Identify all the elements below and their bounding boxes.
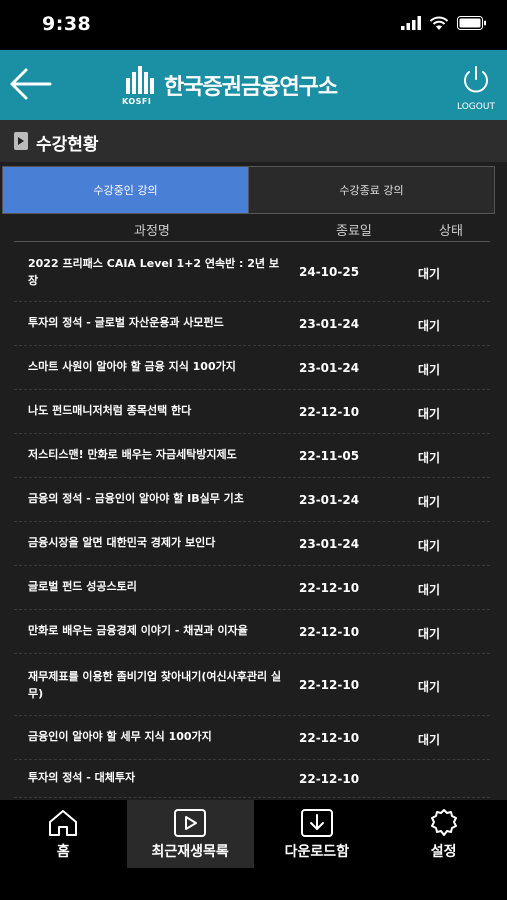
section-arrow-icon xyxy=(14,132,28,150)
wifi-icon xyxy=(429,16,449,30)
course-status: 대기 xyxy=(418,407,441,421)
column-header-name: 과정명 xyxy=(134,224,170,239)
course-row[interactable]: 저스티스맨! 만화로 배우는 자금세탁방지제도 22-11-05 대기 xyxy=(14,434,490,478)
course-row[interactable]: 투자의 정석 - 대체투자 22-12-10 xyxy=(14,760,490,798)
status-bar: 9:38 xyxy=(0,0,507,50)
course-end-date: 23-01-24 xyxy=(299,317,360,331)
power-icon xyxy=(464,66,488,93)
course-row[interactable]: 금융시장을 알면 대한민국 경제가 보인다 23-01-24 대기 xyxy=(14,522,490,566)
course-end-date: 22-11-05 xyxy=(299,449,360,463)
course-status: 대기 xyxy=(418,680,441,694)
course-title: 금융의 정석 - 금융인이 알아야 할 IB실무 기초 xyxy=(28,492,244,505)
tab-finished-courses[interactable]: 수강종료 강의 xyxy=(248,167,494,213)
app-header: KOSFI 한국증권금융연구소 LOGOUT xyxy=(0,50,507,120)
course-end-date: 22-12-10 xyxy=(299,581,360,595)
logo: KOSFI 한국증권금융연구소 xyxy=(120,64,338,106)
course-title: 글로벌 펀드 성공스토리 xyxy=(28,580,137,593)
course-end-date: 23-01-24 xyxy=(299,361,360,375)
nav-downloads[interactable]: 다운로드함 xyxy=(254,800,381,868)
back-button[interactable] xyxy=(6,64,52,104)
course-row[interactable]: 스마트 사원이 알아야 할 금융 지식 100가지 23-01-24 대기 xyxy=(14,346,490,390)
nav-recent-playlist[interactable]: 최근재생목록 xyxy=(126,800,254,868)
play-icon xyxy=(174,809,207,837)
nav-home[interactable]: 홈 xyxy=(0,800,127,868)
course-status: 대기 xyxy=(418,733,441,747)
course-title: 저스티스맨! 만화로 배우는 자금세탁방지제도 xyxy=(28,448,237,461)
course-end-date: 23-01-24 xyxy=(299,537,360,551)
status-icons xyxy=(401,16,487,30)
back-arrow-icon xyxy=(10,68,52,100)
course-status: 대기 xyxy=(418,363,441,377)
course-end-date: 22-12-10 xyxy=(299,772,360,786)
course-title: 스마트 사원이 알아야 할 금융 지식 100가지 xyxy=(28,360,236,373)
logout-label: LOGOUT xyxy=(457,102,495,112)
course-status: 대기 xyxy=(418,583,441,597)
course-row[interactable]: 만화로 배우는 금융경제 이야기 - 채권과 이자율 22-12-10 대기 xyxy=(14,610,490,654)
signal-icon xyxy=(401,16,421,30)
logo-mark-text: KOSFI xyxy=(122,97,152,106)
course-title: 투자의 정석 - 대체투자 xyxy=(28,771,136,784)
course-status: 대기 xyxy=(418,451,441,465)
nav-label: 설정 xyxy=(430,844,457,860)
table-header: 과정명 종료일 상태 xyxy=(14,216,490,242)
course-row[interactable]: 나도 펀드매니저처럼 종목선택 한다 22-12-10 대기 xyxy=(14,390,490,434)
tab-active-courses[interactable]: 수강중인 강의 xyxy=(3,167,248,213)
course-end-date: 22-12-10 xyxy=(299,625,360,639)
course-row[interactable]: 금융인이 알아야 할 세무 지식 100가지 22-12-10 대기 xyxy=(14,716,490,760)
home-icon xyxy=(49,810,78,836)
course-end-date: 22-12-10 xyxy=(299,678,360,692)
logo-emblem-icon xyxy=(126,66,154,94)
course-status: 대기 xyxy=(418,495,441,509)
nav-label: 홈 xyxy=(56,844,70,860)
course-status: 대기 xyxy=(418,627,441,641)
logo-text: 한국증권금융연구소 xyxy=(164,75,338,100)
page-title: 수강현황 xyxy=(36,135,99,155)
course-title: 나도 펀드매니저처럼 종목선택 한다 xyxy=(28,404,192,417)
course-tabs: 수강중인 강의 수강종료 강의 xyxy=(2,166,495,214)
course-title: 금융시장을 알면 대한민국 경제가 보인다 xyxy=(28,536,216,549)
course-title: 재무제표를 이용한 좀비기업 찾아내기(여신사후관리 실무) xyxy=(28,670,282,700)
course-title: 금융인이 알아야 할 세무 지식 100가지 xyxy=(28,730,212,743)
course-row[interactable]: 재무제표를 이용한 좀비기업 찾아내기(여신사후관리 실무) 22-12-10 대기 xyxy=(14,654,490,716)
column-header-end-date: 종료일 xyxy=(336,224,372,239)
course-status: 대기 xyxy=(418,539,441,553)
battery-icon xyxy=(457,16,486,30)
bottom-nav: 홈 최근재생목록 다운로드함 설정 xyxy=(0,800,507,900)
section-header: 수강현황 xyxy=(0,120,507,162)
course-title: 2022 프리패스 CAIA Level 1+2 연속반 : 2년 보장 xyxy=(28,257,279,287)
course-title: 투자의 정석 - 글로벌 자산운용과 사모펀드 xyxy=(28,316,224,329)
course-end-date: 24-10-25 xyxy=(299,265,360,279)
course-status: 대기 xyxy=(418,267,441,281)
course-title: 만화로 배우는 금융경제 이야기 - 채권과 이자율 xyxy=(28,624,248,637)
nav-label: 다운로드함 xyxy=(284,844,350,860)
course-end-date: 23-01-24 xyxy=(299,493,360,507)
course-row[interactable]: 투자의 정석 - 글로벌 자산운용과 사모펀드 23-01-24 대기 xyxy=(14,302,490,346)
download-icon xyxy=(300,809,333,837)
course-row[interactable]: 글로벌 펀드 성공스토리 22-12-10 대기 xyxy=(14,566,490,610)
course-row[interactable]: 2022 프리패스 CAIA Level 1+2 연속반 : 2년 보장 24-1… xyxy=(14,242,490,302)
course-row[interactable]: 금융의 정석 - 금융인이 알아야 할 IB실무 기초 23-01-24 대기 xyxy=(14,478,490,522)
course-status: 대기 xyxy=(418,319,441,333)
nav-label: 최근재생목록 xyxy=(151,844,229,860)
nav-settings[interactable]: 설정 xyxy=(380,800,507,868)
status-time: 9:38 xyxy=(42,13,92,35)
course-list: 2022 프리패스 CAIA Level 1+2 연속반 : 2년 보장 24-1… xyxy=(14,242,490,798)
gear-icon xyxy=(430,809,457,836)
course-end-date: 22-12-10 xyxy=(299,405,360,419)
logo-mark: KOSFI xyxy=(120,64,160,106)
column-header-status: 상태 xyxy=(439,224,463,239)
logout-button[interactable]: LOGOUT xyxy=(453,64,499,112)
course-end-date: 22-12-10 xyxy=(299,731,360,745)
